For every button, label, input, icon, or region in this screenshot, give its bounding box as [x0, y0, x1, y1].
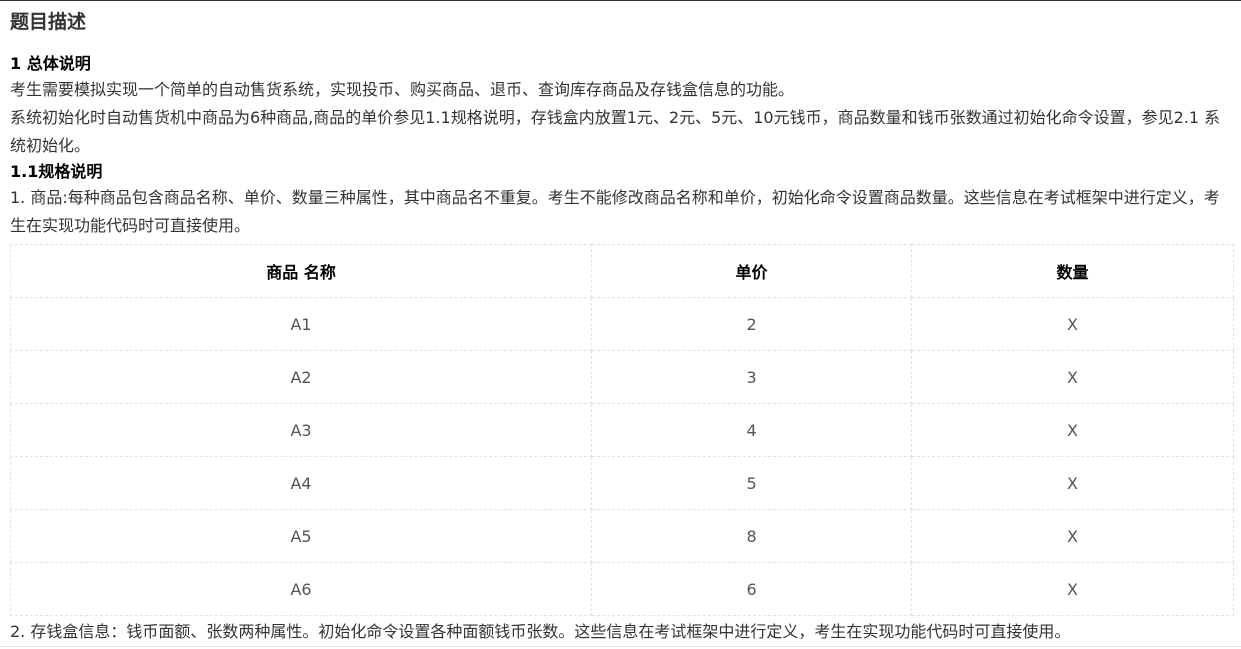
cell-quantity: X: [911, 562, 1234, 616]
cell-quantity: X: [911, 509, 1234, 563]
section-heading-spec: 1.1规格说明: [10, 162, 103, 181]
cell-name: A2: [9, 350, 593, 404]
section-heading-overview: 1 总体说明: [10, 54, 91, 73]
goods-table: 商品 名称 单价 数量 A1 2 X A2 3 X A3 4 X A4 5 X …: [9, 244, 1234, 616]
spec-item-goods: 1. 商品:每种商品包含商品名称、单价、数量三种属性，其中商品名不重复。考生不能…: [10, 188, 1220, 235]
cell-price: 4: [591, 403, 913, 457]
cell-quantity: X: [911, 403, 1234, 457]
problem-description: 题目描述 1 总体说明 考生需要模拟实现一个简单的自动售货系统，实现投币、购买商…: [9, 8, 1234, 646]
spec-item-cash-box: 2. 存钱盒信息：钱币面额、张数两种属性。初始化命令设置各种面额钱币张数。这些信…: [10, 622, 1071, 641]
column-header-name: 商品 名称: [9, 244, 593, 298]
cell-quantity: X: [911, 297, 1234, 351]
top-divider: [0, 0, 1241, 1]
cell-price: 5: [591, 456, 913, 510]
cell-name: A6: [9, 562, 593, 616]
cell-quantity: X: [911, 456, 1234, 510]
cell-quantity: X: [911, 350, 1234, 404]
cell-price: 2: [591, 297, 913, 351]
cell-price: 8: [591, 509, 913, 563]
table-row: A6 6 X: [9, 562, 1234, 616]
column-header-price: 单价: [591, 244, 913, 298]
bottom-divider: [0, 646, 1241, 647]
overview-paragraph-1: 考生需要模拟实现一个简单的自动售货系统，实现投币、购买商品、退币、查询库存商品及…: [10, 80, 795, 99]
table-row: A4 5 X: [9, 456, 1234, 510]
table-row: A5 8 X: [9, 509, 1234, 563]
page-title: 题目描述: [10, 11, 87, 33]
table-header-row: 商品 名称 单价 数量: [9, 244, 1234, 298]
cell-name: A4: [9, 456, 593, 510]
column-header-quantity: 数量: [911, 244, 1234, 298]
cell-name: A5: [9, 509, 593, 563]
cell-price: 3: [591, 350, 913, 404]
table-row: A3 4 X: [9, 403, 1234, 457]
table-row: A2 3 X: [9, 350, 1234, 404]
overview-paragraph-2: 系统初始化时自动售货机中商品为6种商品,商品的单价参见1.1规格说明，存钱盒内放…: [10, 108, 1221, 155]
cell-price: 6: [591, 562, 913, 616]
cell-name: A3: [9, 403, 593, 457]
table-row: A1 2 X: [9, 297, 1234, 351]
cell-name: A1: [9, 297, 593, 351]
